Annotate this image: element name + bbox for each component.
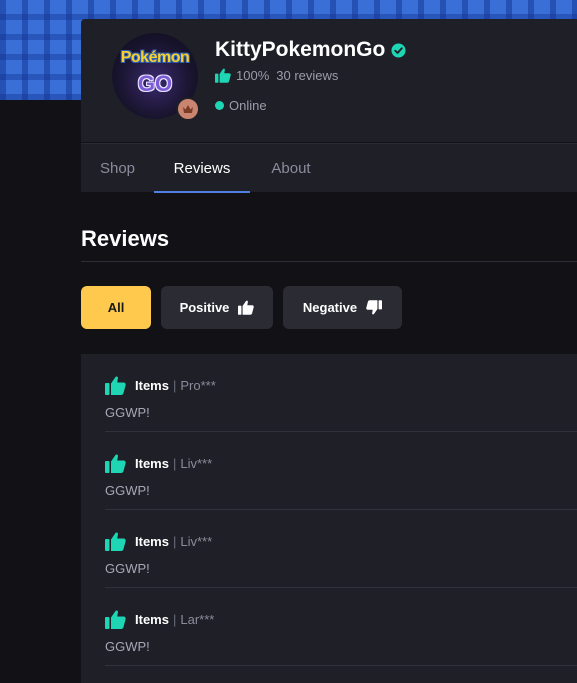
review-category: Items	[135, 378, 169, 393]
reviews-list: Items | Pro*** GGWP! Items | Liv*** GGWP…	[81, 354, 577, 683]
avatar-logo-bottom: GO	[137, 71, 173, 96]
thumbs-up-icon	[105, 610, 126, 629]
review-category: Items	[135, 534, 169, 549]
rating-percent: 100%	[236, 68, 270, 83]
avatar-logo-top: Pokémon	[120, 49, 190, 66]
review-separator: |	[172, 456, 177, 471]
review-separator: |	[172, 534, 177, 549]
review-user: Pro***	[180, 378, 216, 393]
seller-tabs: Shop Reviews About	[81, 143, 577, 193]
tab-shop[interactable]: Shop	[81, 144, 154, 192]
tab-reviews[interactable]: Reviews	[154, 144, 250, 193]
review-category: Items	[135, 456, 169, 471]
seller-avatar-wrap[interactable]: Pokémon GO	[112, 33, 200, 121]
review-text: GGWP!	[105, 561, 150, 576]
thumbs-up-icon	[238, 300, 255, 315]
filter-all-label: All	[107, 300, 125, 315]
review-category: Items	[135, 612, 169, 627]
seller-page: Pokémon GO KittyPokemonGo 100% 30 review…	[0, 0, 577, 683]
crown-icon	[176, 97, 200, 121]
filter-negative-label: Negative	[302, 300, 358, 315]
review-separator: |	[172, 378, 177, 393]
review-text: GGWP!	[105, 639, 150, 654]
filter-positive-button[interactable]: Positive	[161, 286, 273, 329]
thumbs-up-icon	[105, 532, 126, 551]
list-item: Items | Pro*** GGWP!	[105, 354, 577, 432]
reviews-count: 30 reviews	[276, 68, 339, 83]
thumbs-up-icon	[105, 376, 126, 395]
online-status-dot	[215, 101, 224, 110]
review-user: Liv***	[180, 456, 213, 471]
thumbs-up-icon	[105, 454, 126, 473]
list-item: Items | Liv*** GGWP!	[105, 510, 577, 588]
verified-icon	[391, 42, 406, 58]
filter-all-button[interactable]: All	[81, 286, 151, 329]
review-text: GGWP!	[105, 405, 150, 420]
filter-negative-button[interactable]: Negative	[283, 286, 402, 329]
tab-about[interactable]: About	[250, 144, 332, 192]
list-item: Items | Lar*** GGWP!	[105, 588, 577, 666]
seller-card: Pokémon GO KittyPokemonGo 100% 30 review…	[81, 19, 577, 142]
seller-name: KittyPokemonGo	[215, 38, 386, 61]
thumbs-up-icon	[215, 68, 231, 83]
online-status: Online	[229, 98, 267, 113]
review-user: Liv***	[180, 534, 213, 549]
page-title: Reviews	[81, 226, 170, 251]
review-separator: |	[172, 612, 177, 627]
review-text: GGWP!	[105, 483, 150, 498]
thumbs-down-icon	[366, 300, 383, 315]
review-user: Lar***	[180, 612, 215, 627]
list-item: Items | Liv*** GGWP!	[105, 432, 577, 510]
filter-positive-label: Positive	[179, 300, 230, 315]
divider	[81, 261, 577, 262]
